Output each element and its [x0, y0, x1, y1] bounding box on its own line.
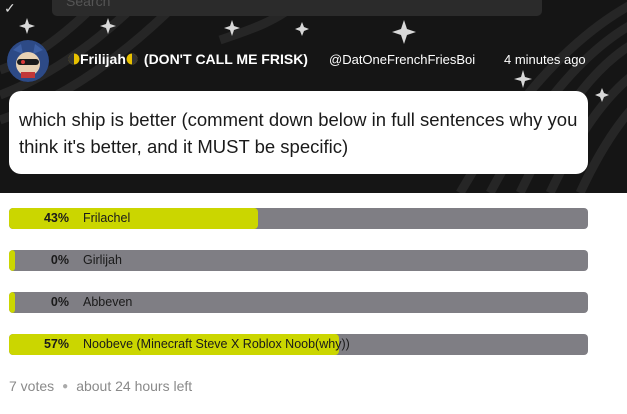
poll-option[interactable]: 0% Girlijah — [9, 250, 588, 271]
poll-question: which ship is better (comment down below… — [19, 109, 578, 157]
author-name-text: Frilijah — [80, 51, 126, 67]
question-card: which ship is better (comment down below… — [9, 91, 588, 174]
chevron-icon[interactable]: ✓ — [4, 0, 16, 17]
option-percent: 0% — [50, 295, 69, 309]
poll-option[interactable]: 43% Frilachel — [9, 208, 588, 229]
half-moon-icon — [68, 53, 80, 65]
option-percent: 57% — [43, 337, 69, 351]
half-moon-icon — [126, 53, 138, 65]
option-label: Abbeven — [83, 295, 133, 309]
option-percent: 43% — [43, 211, 69, 225]
avatar[interactable] — [7, 40, 49, 82]
post-header-banner: ✓ Search Frilijah (DON'T CALL ME FRISK) … — [0, 0, 627, 193]
search-placeholder: Search — [66, 0, 111, 9]
poll-option[interactable]: 57% Noobeve (Minecraft Steve X Roblox No… — [9, 334, 588, 355]
author-handle[interactable]: @DatOneFrenchFriesBoi — [329, 52, 475, 67]
option-percent: 0% — [50, 253, 69, 267]
separator-dot: ● — [62, 380, 69, 392]
vote-count: 7 votes — [9, 378, 55, 394]
search-input[interactable]: Search — [52, 0, 542, 16]
poll-footer: 7 votes ● about 24 hours left — [9, 378, 192, 394]
option-label: Frilachel — [83, 211, 131, 225]
option-label: Girlijah — [83, 253, 122, 267]
author-suffix: (DON'T CALL ME FRISK) — [143, 51, 308, 67]
author-name[interactable]: Frilijah (DON'T CALL ME FRISK) — [68, 51, 308, 67]
option-label: Noobeve (Minecraft Steve X Roblox Noob(w… — [83, 337, 350, 351]
poll-option[interactable]: 0% Abbeven — [9, 292, 588, 313]
post-time: 4 minutes ago — [504, 52, 586, 67]
time-left: about 24 hours left — [76, 378, 193, 394]
